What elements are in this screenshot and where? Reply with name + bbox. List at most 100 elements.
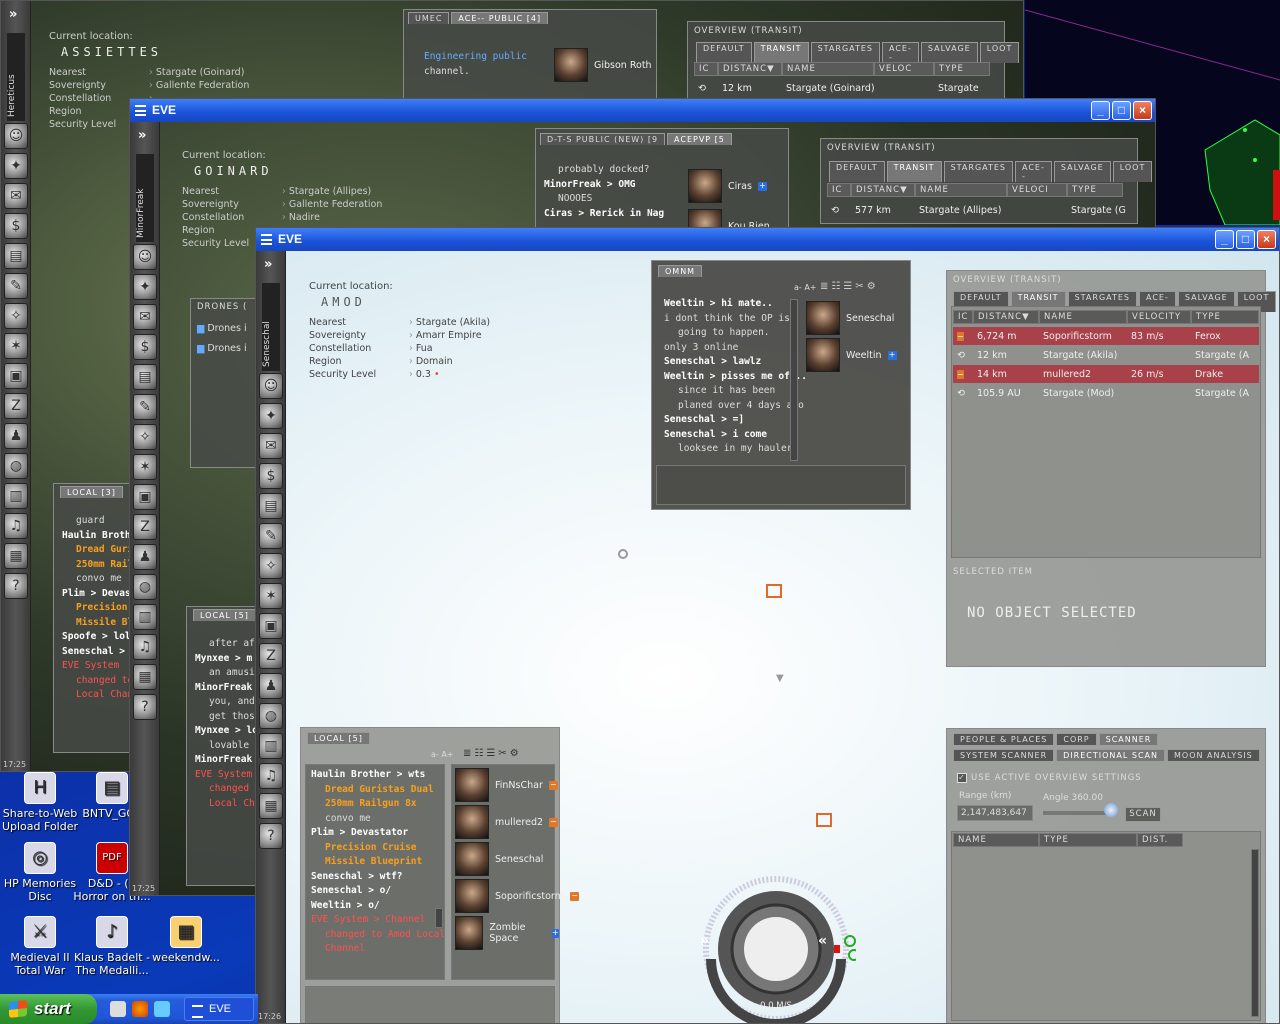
loc-value[interactable]: Nadire bbox=[282, 212, 382, 225]
help-icon[interactable]: ? bbox=[4, 573, 28, 599]
maximize-button[interactable]: □ bbox=[1236, 230, 1255, 249]
column-header[interactable]: NAME bbox=[1039, 310, 1127, 324]
people-icon[interactable]: ♟ bbox=[259, 673, 283, 699]
overview-row[interactable]: ⟲ 12 km Stargate (Akila) Stargate (A bbox=[953, 346, 1259, 364]
font-size-control[interactable]: a- A+ bbox=[431, 750, 454, 759]
stargate-bracket[interactable] bbox=[618, 549, 628, 559]
loc-value[interactable]: Domain bbox=[409, 356, 490, 369]
column-header[interactable]: IC bbox=[827, 183, 851, 197]
desktop-icon-klaus-badelt[interactable]: ♪ Klaus Badelt - The Medalli... bbox=[72, 916, 152, 977]
column-header[interactable]: NAME bbox=[953, 833, 1039, 847]
font-size-control[interactable]: a- A+ bbox=[794, 283, 817, 292]
overview-tab[interactable]: LOOT bbox=[979, 42, 1020, 63]
ships-icon[interactable]: ▣ bbox=[133, 484, 157, 510]
documents-icon[interactable]: ▥ bbox=[259, 733, 283, 759]
overview-tab[interactable]: DEFAULT bbox=[696, 42, 752, 63]
column-header[interactable]: NAME bbox=[782, 62, 874, 76]
overview-tab[interactable]: DEFAULT bbox=[829, 161, 885, 182]
system-name[interactable]: ASSIETTES bbox=[61, 45, 249, 59]
skills-icon[interactable]: Z bbox=[259, 643, 283, 669]
overview-tab[interactable]: TRANSIT bbox=[886, 161, 942, 182]
documents-icon[interactable]: ▥ bbox=[133, 604, 157, 630]
browser-icon[interactable]: ◍ bbox=[133, 574, 157, 600]
chat-tab[interactable]: OMNM bbox=[658, 265, 703, 277]
chat-tab[interactable]: ACE-- PUBLIC [4] bbox=[451, 12, 549, 24]
scanner-sub-tab[interactable]: DIRECTIONAL SCAN bbox=[1056, 749, 1165, 761]
column-header[interactable]: TYPE bbox=[1039, 833, 1137, 847]
loc-value[interactable]: Stargate (Akila) bbox=[409, 317, 490, 330]
chat-tab[interactable]: ACEPVP [5 bbox=[667, 133, 732, 145]
map-icon[interactable]: ✧ bbox=[259, 553, 283, 579]
loc-value[interactable]: Stargate (Goinard) bbox=[149, 67, 249, 80]
minimize-button[interactable]: _ bbox=[1215, 230, 1234, 249]
notepad-icon[interactable]: ✎ bbox=[133, 394, 157, 420]
quicklaunch-desktop-icon[interactable] bbox=[110, 1001, 126, 1017]
people-icon[interactable]: ♟ bbox=[4, 423, 28, 449]
column-header[interactable]: NAME bbox=[915, 183, 1007, 197]
column-header[interactable]: IC bbox=[953, 310, 973, 324]
column-header[interactable]: IC bbox=[694, 62, 718, 76]
speed-up-icon[interactable]: » bbox=[700, 933, 709, 949]
starmap-icon[interactable]: ✶ bbox=[259, 583, 283, 609]
column-header[interactable]: DISTANC▼ bbox=[718, 62, 782, 76]
journal-icon[interactable]: ▤ bbox=[259, 493, 283, 519]
overview-row[interactable]: − 14 km mullered2 26 m/s Drake bbox=[953, 365, 1259, 383]
overview-tab[interactable]: STARGATES bbox=[810, 42, 881, 63]
character-icon[interactable]: ☺ bbox=[259, 373, 283, 399]
chat-scrollbar[interactable] bbox=[435, 908, 443, 928]
character-icon[interactable]: ☺ bbox=[4, 123, 28, 149]
local-member[interactable]: Zombie Space + bbox=[455, 916, 559, 950]
desktop-icon-hp-memories[interactable]: ◎ HP Memories Disc bbox=[0, 842, 80, 903]
chat-tab[interactable]: UMEC bbox=[408, 12, 450, 24]
local-tab[interactable]: LOCAL [5] bbox=[307, 732, 370, 744]
local-member[interactable]: FinNsChar − bbox=[455, 768, 558, 802]
overview-tab[interactable]: SALVAGE bbox=[1053, 161, 1111, 182]
angle-slider[interactable] bbox=[1043, 811, 1113, 815]
chat-member[interactable]: Weeltin + bbox=[806, 338, 897, 372]
market-icon[interactable]: $ bbox=[4, 213, 28, 239]
close-button[interactable]: × bbox=[1257, 230, 1276, 249]
ships-icon[interactable]: ▣ bbox=[4, 363, 28, 389]
overview-tab[interactable]: TRANSIT bbox=[753, 42, 809, 63]
range-input[interactable]: 2,147,483,647 bbox=[957, 805, 1033, 821]
market-icon[interactable]: $ bbox=[259, 463, 283, 489]
assets-icon[interactable]: ✦ bbox=[259, 403, 283, 429]
chat-input[interactable] bbox=[305, 986, 555, 1023]
system-name[interactable]: AMOD bbox=[321, 295, 490, 309]
calculator-icon[interactable]: ▦ bbox=[133, 664, 157, 690]
column-header[interactable]: TYPE bbox=[1191, 310, 1259, 324]
start-button[interactable]: start bbox=[0, 994, 97, 1024]
market-icon[interactable]: $ bbox=[133, 334, 157, 360]
desktop-icon-weekend[interactable]: ▦ weekendw... bbox=[146, 916, 226, 964]
browser-icon[interactable]: ◍ bbox=[259, 703, 283, 729]
checkbox-checked-icon[interactable]: ✓ bbox=[957, 773, 967, 783]
scanner-top-tab[interactable]: CORP bbox=[1056, 733, 1097, 745]
calculator-icon[interactable]: ▦ bbox=[4, 543, 28, 569]
chat-tab[interactable]: D-T-S PUBLIC (NEW) [9 bbox=[540, 133, 666, 145]
assets-icon[interactable]: ✦ bbox=[4, 153, 28, 179]
column-header[interactable]: TYPE bbox=[934, 62, 990, 76]
journal-icon[interactable]: ▤ bbox=[133, 364, 157, 390]
map-icon[interactable]: ✧ bbox=[133, 424, 157, 450]
angle-slider-handle[interactable] bbox=[1104, 803, 1118, 817]
mail-icon[interactable]: ✉ bbox=[133, 304, 157, 330]
chat-member[interactable]: Seneschal bbox=[806, 301, 894, 335]
scanner-top-tab[interactable]: SCANNER bbox=[1098, 733, 1159, 745]
help-icon[interactable]: ? bbox=[259, 823, 283, 849]
chat-toolbar-icons[interactable]: ≣☷☰✂⚙ bbox=[820, 281, 879, 292]
starmap-icon[interactable]: ✶ bbox=[4, 333, 28, 359]
browser-icon[interactable]: ◍ bbox=[4, 453, 28, 479]
local-tab[interactable]: LOCAL [5] bbox=[193, 609, 256, 621]
scanner-top-tab[interactable]: PEOPLE & PLACES bbox=[953, 733, 1055, 745]
column-header[interactable]: DISTANC▼ bbox=[973, 310, 1039, 324]
scanner-sub-tab[interactable]: SYSTEM SCANNER bbox=[953, 749, 1055, 761]
column-header[interactable]: VELOC bbox=[874, 62, 934, 76]
neocom-collapse-icon[interactable]: » bbox=[264, 257, 272, 272]
notepad-icon[interactable]: ✎ bbox=[259, 523, 283, 549]
neocom-collapse-icon[interactable]: » bbox=[138, 128, 146, 143]
notepad-icon[interactable]: ✎ bbox=[4, 273, 28, 299]
overview-tab[interactable]: ACE-- bbox=[1015, 161, 1052, 182]
mail-icon[interactable]: ✉ bbox=[4, 183, 28, 209]
scan-scrollbar[interactable] bbox=[1251, 849, 1259, 1017]
audio-icon[interactable]: ♫ bbox=[4, 513, 28, 539]
